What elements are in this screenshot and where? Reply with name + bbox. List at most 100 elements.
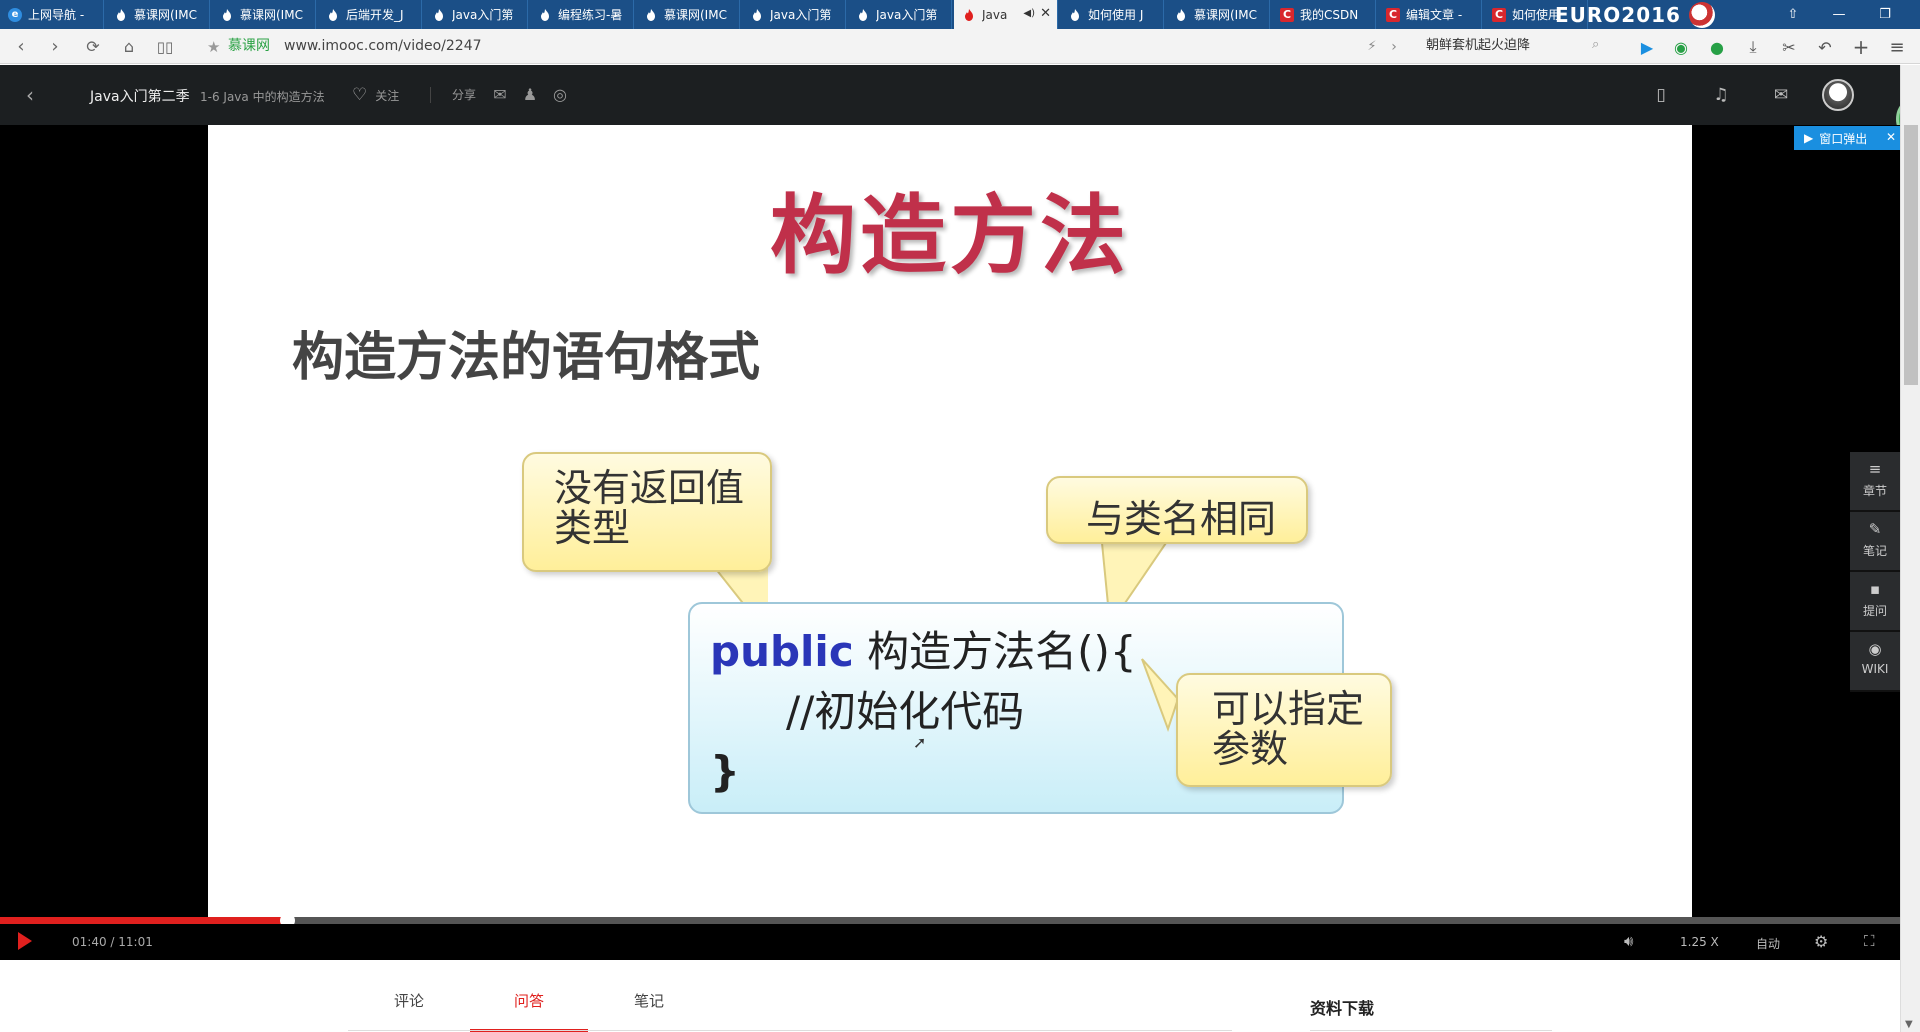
side-rail: ≡ 章节 ✎ 笔记 ▪ 提问 ◉ WIKI [1850, 452, 1900, 692]
avatar[interactable] [1822, 79, 1854, 111]
browser-tab[interactable]: C 编辑文章 - [1378, 0, 1482, 29]
address-bar-row: ‹ › ⟳ ⌂ ▯▯ ★ 慕课网 www.imooc.com/video/224… [0, 29, 1920, 64]
rail-label: 章节 [1862, 484, 1887, 498]
home-icon[interactable]: ⌂ [116, 29, 142, 64]
browser-tab[interactable]: 编程练习-暑 [530, 0, 634, 29]
divider [1310, 1030, 1552, 1031]
tab-label: 慕课网(IMC [134, 8, 197, 22]
quality-select[interactable]: 自动 [1756, 935, 1780, 952]
tab-label: Java入门第 [770, 8, 832, 22]
slide: 构造方法 构造方法的语句格式 没有返回值 类型 与类名相同 public 构造方… [208, 125, 1692, 918]
back-icon[interactable]: ‹ [8, 29, 34, 64]
speaker-icon[interactable]: ◀) [1023, 8, 1035, 19]
play-icon[interactable] [18, 932, 32, 950]
settings-icon[interactable]: ⚙ [1814, 932, 1828, 951]
browser-window: e 上网导航 - 慕课网(IMC 慕课网(IMC 后端开发_J Java入门第 编程练习-暑… [0, 0, 1920, 1032]
euro-banner[interactable]: EURO2016 [1555, 0, 1765, 29]
url-input[interactable]: www.imooc.com/video/2247 [284, 29, 482, 64]
browser-tab[interactable]: 慕课网(IMC [636, 0, 740, 29]
video-player[interactable]: 构造方法 构造方法的语句格式 没有返回值 类型 与类名相同 public 构造方… [0, 125, 1900, 960]
wechat-icon[interactable]: ● [1706, 36, 1728, 58]
flame-icon [538, 8, 552, 22]
fullscreen-icon[interactable]: ⛶ [1864, 932, 1875, 950]
page-scrollbar[interactable]: ▼ [1900, 65, 1920, 1032]
chevron-right-icon[interactable]: › [1384, 29, 1404, 64]
callout-same-name: 与类名相同 [1046, 476, 1308, 544]
follow-button[interactable]: ♡ 关注 [352, 85, 399, 105]
menu-icon[interactable]: ≡ [1886, 36, 1908, 58]
tab-notes[interactable]: 笔记 [590, 990, 708, 1032]
tab-comments[interactable]: 评论 [350, 990, 468, 1032]
flame-icon [644, 8, 658, 22]
progress-fill [0, 917, 288, 924]
follow-label: 关注 [375, 88, 400, 103]
mobile-icon[interactable]: ▯ [1648, 83, 1674, 107]
tab-strip: e 上网导航 - 慕课网(IMC 慕课网(IMC 后端开发_J Java入门第 编程练习-暑… [0, 0, 1920, 29]
restore-icon[interactable]: ❐ [1862, 0, 1908, 29]
tab-label: 上网导航 - [28, 8, 85, 22]
divider [430, 87, 431, 103]
bell-icon[interactable]: ♫ [1708, 83, 1734, 107]
speed-select[interactable]: 1.25 X [1680, 935, 1719, 949]
lightning-icon[interactable]: ⚡ [1362, 29, 1382, 64]
scroll-thumb[interactable] [1904, 125, 1918, 385]
weibo-share-icon[interactable]: ◎ [550, 84, 570, 104]
popup-window-button[interactable]: ▶ 窗口弹出 ✕ [1794, 126, 1900, 150]
browser-tab[interactable]: Java ◀) ✕ [954, 0, 1058, 29]
back-arrow-icon[interactable]: ‹ [26, 83, 34, 107]
close-icon[interactable]: ✕ [1886, 130, 1896, 144]
tab-label: 慕课网(IMC [1194, 8, 1257, 22]
rail-item[interactable]: ▪ 提问 [1850, 572, 1900, 632]
lesson-title: 1-6 Java 中的构造方法 [200, 90, 325, 104]
tab-label: 如何使用 [1512, 8, 1561, 22]
volume-icon[interactable]: 🔊︎ [1624, 932, 1633, 950]
forward-icon[interactable]: › [42, 29, 68, 64]
browser-tab[interactable]: 如何使用 J [1060, 0, 1164, 29]
rail-item[interactable]: ◉ WIKI [1850, 632, 1900, 692]
flame-icon [220, 8, 234, 22]
mouse-cursor-icon: ➚ [913, 733, 927, 752]
tab-label: Java [982, 7, 1008, 22]
undo-icon[interactable]: ↶ [1814, 36, 1836, 58]
reload-icon[interactable]: ⟳ [80, 29, 106, 64]
popup-label: 窗口弹出 [1819, 131, 1868, 146]
browser-tab[interactable]: e 上网导航 - [0, 0, 104, 29]
flame-icon [114, 8, 128, 22]
scissors-icon[interactable]: ✂ [1778, 36, 1800, 58]
code-signature: 构造方法名(){ [867, 627, 1137, 676]
rail-item[interactable]: ≡ 章节 [1850, 452, 1900, 512]
reader-icon[interactable]: ▯▯ [152, 29, 178, 64]
browser-tab[interactable]: Java入门第 [424, 0, 528, 29]
browser-tab[interactable]: Java入门第 [742, 0, 846, 29]
browser-tab[interactable]: Java入门第 [848, 0, 952, 29]
tab-label: 编辑文章 - [1406, 8, 1463, 22]
close-tab-icon[interactable]: ✕ [1040, 6, 1051, 21]
course-title[interactable]: Java入门第二季 [90, 86, 190, 106]
url-site-name[interactable]: 慕课网 [228, 29, 270, 64]
slide-subtitle: 构造方法的语句格式 [292, 328, 761, 388]
tab-label: Java入门第 [452, 8, 514, 22]
progress-bar[interactable] [0, 913, 1900, 928]
plus-icon[interactable]: + [1850, 35, 1872, 59]
search-input[interactable]: 朝鲜套机起火迫降 [1418, 33, 1614, 59]
browser-tab[interactable]: 慕课网(IMC [212, 0, 316, 29]
download-icon[interactable]: ⤓ [1742, 36, 1764, 58]
mail-icon[interactable]: ✉ [1768, 83, 1794, 107]
tab-qa[interactable]: 问答 [470, 990, 588, 1032]
rail-item[interactable]: ✎ 笔记 [1850, 512, 1900, 572]
qq-share-icon[interactable]: ♟ [520, 84, 540, 104]
browser-tab[interactable]: 慕课网(IMC [1166, 0, 1270, 29]
gamepad-icon[interactable]: ◉ [1670, 36, 1692, 58]
browser-tab[interactable]: C 我的CSDN [1272, 0, 1376, 29]
browser-tab[interactable]: 慕课网(IMC [106, 0, 210, 29]
search-icon[interactable]: ⌕ [1592, 37, 1599, 52]
bookmark-star-icon[interactable]: ★ [207, 38, 220, 56]
pin-icon[interactable]: ⇧ [1770, 0, 1816, 29]
minimize-icon[interactable]: — [1816, 0, 1862, 29]
wechat-share-icon[interactable]: ✉ [490, 84, 510, 104]
browser-tab[interactable]: 后端开发_J [318, 0, 422, 29]
callout-line: 没有返回值 [554, 466, 745, 510]
flame-icon [432, 8, 446, 22]
play-store-icon[interactable]: ▶ [1636, 36, 1658, 58]
scroll-down-icon[interactable]: ▼ [1905, 1019, 1913, 1030]
